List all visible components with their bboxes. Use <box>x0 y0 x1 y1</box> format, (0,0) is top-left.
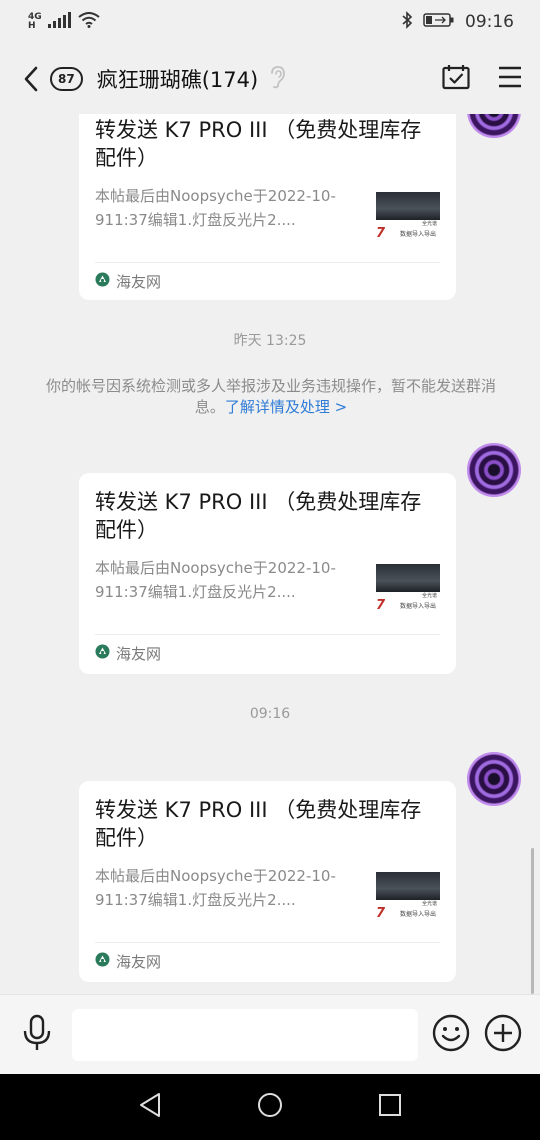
card-source: 海友网 <box>95 635 440 671</box>
thumbnail-brand: 7 <box>376 598 386 613</box>
thumbnail-brand: 7 <box>376 906 386 921</box>
calendar-check-icon[interactable] <box>442 64 470 94</box>
input-actions <box>432 1014 522 1056</box>
header-actions <box>442 64 522 94</box>
card-title: 转发送 K7 PRO III （免费处理库存配件） <box>95 798 422 850</box>
menu-icon[interactable] <box>498 66 522 92</box>
message-input[interactable] <box>72 1008 418 1061</box>
nav-home-icon[interactable] <box>257 1092 283 1122</box>
card-description: 本帖最后由Noopsyche于2022-10-911:37编辑1.灯盘反光片2.… <box>95 187 336 229</box>
nav-back-icon[interactable] <box>138 1092 162 1122</box>
card-source: 海友网 <box>95 263 440 299</box>
source-app-icon <box>95 952 110 971</box>
signal-icon <box>47 12 72 32</box>
source-name: 海友网 <box>116 272 162 291</box>
source-name: 海友网 <box>116 952 162 971</box>
card-description: 本帖最后由Noopsyche于2022-10-911:37编辑1.灯盘反光片2.… <box>95 867 336 909</box>
card-description: 本帖最后由Noopsyche于2022-10-911:37编辑1.灯盘反光片2.… <box>95 559 336 601</box>
sender-avatar[interactable] <box>467 443 521 497</box>
message-input-bar <box>0 994 540 1074</box>
card-source: 海友网 <box>95 943 440 979</box>
source-name: 海友网 <box>116 644 162 663</box>
sender-avatar[interactable] <box>467 752 521 806</box>
timestamp: 昨天 13:25 <box>233 333 307 349</box>
battery-icon <box>423 12 455 33</box>
chat-message-list[interactable]: 转发送 K7 PRO III （免费处理库存配件） 本帖最后由Noopsyche… <box>0 114 540 994</box>
card-thumbnail: 7 数据导入导出 全光谱 <box>376 556 440 618</box>
bluetooth-icon <box>401 10 413 34</box>
card-title: 转发送 K7 PRO III （免费处理库存配件） <box>95 118 422 170</box>
card-title: 转发送 K7 PRO III （免费处理库存配件） <box>95 490 422 542</box>
status-bar: 4G H 09:16 <box>0 0 540 44</box>
system-notice: 你的帐号因系统检测或多人举报涉及业务违规操作，暂不能发送群消息。了解详情及处理 … <box>36 376 506 418</box>
thumbnail-caption: 数据导入导出 <box>400 911 437 918</box>
unread-count-badge[interactable]: 87 <box>50 67 83 91</box>
scrollbar[interactable] <box>531 848 534 994</box>
card-body: 本帖最后由Noopsyche于2022-10-911:37编辑1.灯盘反光片2.… <box>95 184 440 246</box>
chat-title: 疯狂珊瑚礁(174) <box>96 68 259 92</box>
thumbnail-caption: 数据导入导出 <box>400 231 437 238</box>
thumbnail-light-bar <box>376 564 440 592</box>
source-app-icon <box>95 272 110 291</box>
thumbnail-light-bar <box>376 192 440 220</box>
microphone-icon[interactable] <box>22 1014 52 1056</box>
thumbnail-label: 全光谱 <box>422 901 438 907</box>
card-body: 本帖最后由Noopsyche于2022-10-911:37编辑1.灯盘反光片2.… <box>95 864 440 926</box>
add-icon[interactable] <box>484 1014 522 1056</box>
card-thumbnail: 7 数据导入导出 全光谱 <box>376 184 440 246</box>
thumbnail-label: 全光谱 <box>422 593 438 599</box>
status-right: 09:16 <box>401 10 514 34</box>
clock: 09:16 <box>465 12 514 32</box>
timestamp: 09:16 <box>249 706 291 722</box>
thumbnail-brand: 7 <box>376 226 386 241</box>
network-type: 4G H <box>28 13 42 31</box>
ear-icon[interactable] <box>268 65 286 93</box>
wifi-icon <box>78 12 100 32</box>
sender-avatar[interactable] <box>467 114 521 138</box>
source-app-icon <box>95 644 110 663</box>
shared-link-card[interactable]: 转发送 K7 PRO III （免费处理库存配件） 本帖最后由Noopsyche… <box>79 114 456 300</box>
system-nav-bar <box>0 1074 540 1140</box>
notice-details-link[interactable]: 了解详情及处理 > <box>225 398 347 416</box>
card-body: 本帖最后由Noopsyche于2022-10-911:37编辑1.灯盘反光片2.… <box>95 556 440 618</box>
shared-link-card[interactable]: 转发送 K7 PRO III （免费处理库存配件） 本帖最后由Noopsyche… <box>79 781 456 982</box>
thumbnail-caption: 数据导入导出 <box>400 603 437 610</box>
emoji-icon[interactable] <box>432 1014 470 1056</box>
back-arrow-icon[interactable] <box>18 64 44 94</box>
card-thumbnail: 7 数据导入导出 全光谱 <box>376 864 440 926</box>
shared-link-card[interactable]: 转发送 K7 PRO III （免费处理库存配件） 本帖最后由Noopsyche… <box>79 473 456 674</box>
network-type-bottom: H <box>28 21 36 31</box>
thumbnail-label: 全光谱 <box>422 221 438 227</box>
chat-header: 87 疯狂珊瑚礁(174) <box>0 44 540 114</box>
status-left: 4G H <box>28 12 100 32</box>
thumbnail-light-bar <box>376 872 440 900</box>
nav-recents-icon[interactable] <box>378 1093 402 1121</box>
